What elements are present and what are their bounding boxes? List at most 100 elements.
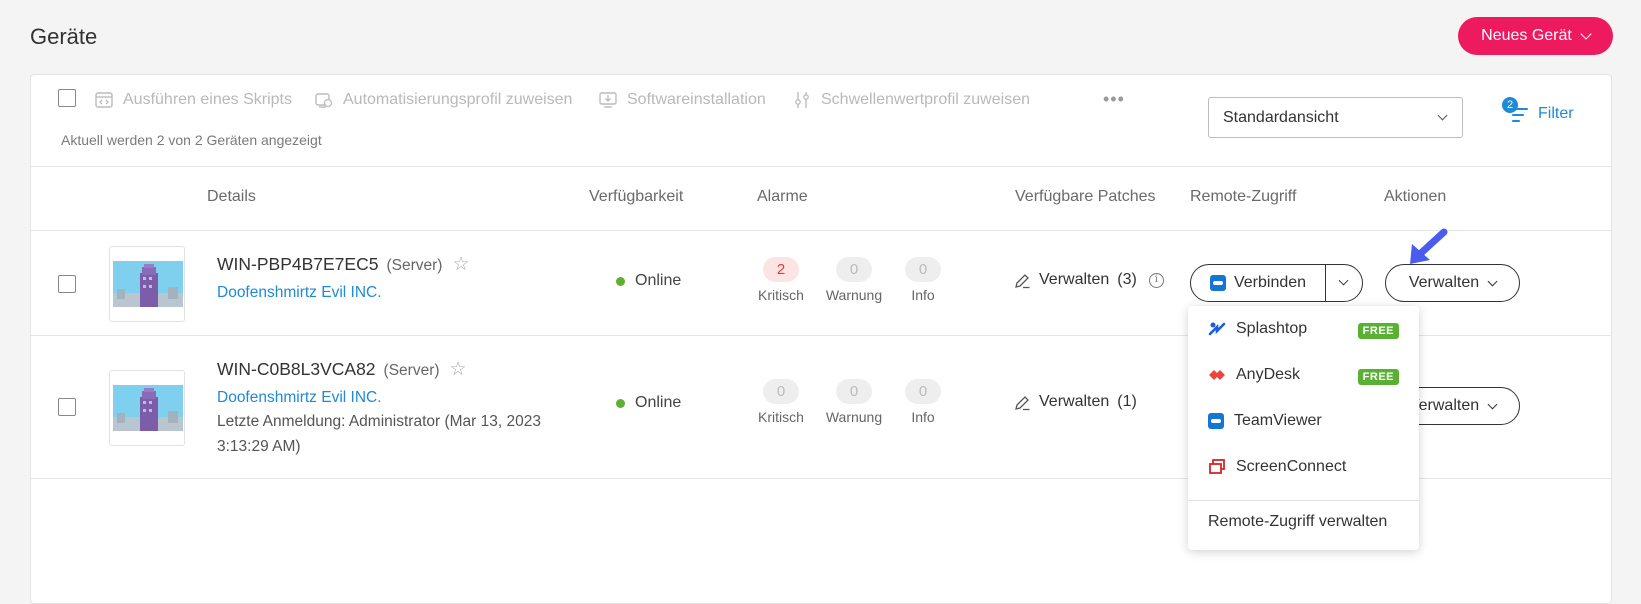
chevron-down-icon xyxy=(1338,275,1349,286)
anydesk-icon xyxy=(1209,370,1225,380)
chevron-down-icon xyxy=(1487,276,1498,286)
assign-automation-profile-label: Automatisierungsprofil zuweisen xyxy=(343,91,573,108)
run-script-label: Ausführen eines Skripts xyxy=(123,91,292,108)
manage-label: Verwalten xyxy=(1408,274,1480,291)
assign-threshold-profile-action[interactable]: Schwellenwertprofil zuweisen xyxy=(793,91,1030,109)
filter-button[interactable]: 2 Filter xyxy=(1502,97,1574,127)
screenconnect-icon xyxy=(1209,459,1225,474)
manage-remote-access-link[interactable]: Remote-Zugriff verwalten xyxy=(1208,513,1387,531)
online-dot-icon xyxy=(616,276,625,286)
assign-automation-profile-action[interactable]: Automatisierungsprofil zuweisen xyxy=(315,91,572,109)
connect-dropdown-toggle[interactable] xyxy=(1325,265,1363,301)
alarm-critical[interactable]: 2 Kritisch xyxy=(743,257,819,303)
dropdown-item-splashtop[interactable]: Splashtop xyxy=(1208,320,1307,338)
connect-button[interactable]: Verbinden xyxy=(1191,265,1325,301)
dropdown-item-teamviewer[interactable]: TeamViewer xyxy=(1208,412,1322,430)
dropdown-item-label: Splashtop xyxy=(1236,320,1308,337)
showing-count-text: Aktuell werden 2 von 2 Geräten angezeigt xyxy=(61,132,322,148)
teamviewer-icon xyxy=(1209,275,1226,291)
dropdown-item-label: ScreenConnect xyxy=(1236,458,1347,475)
dropdown-item-label: TeamViewer xyxy=(1234,412,1322,429)
chevron-down-icon xyxy=(1580,28,1592,40)
device-name-text: WIN-C0B8L3VCA82 xyxy=(217,359,376,379)
patches-manage-link[interactable]: Verwalten (1) xyxy=(1014,393,1137,411)
table-header: Details Verfügbarkeit Alarme Verfügbare … xyxy=(31,167,1611,231)
star-icon[interactable]: ☆ xyxy=(452,254,469,275)
last-login-line-1: Letzte Anmeldung: Administrator (Mar 13,… xyxy=(217,413,541,430)
dropdown-item-label: AnyDesk xyxy=(1236,366,1301,383)
free-badge: FREE xyxy=(1357,323,1399,339)
organization-link[interactable]: Doofenshmirtz Evil INC. xyxy=(217,389,382,407)
chevron-down-icon xyxy=(1437,110,1448,121)
connect-label: Verbinden xyxy=(1233,274,1307,291)
star-icon[interactable]: ☆ xyxy=(450,359,467,380)
last-login-line-2: 3:13:29 AM) xyxy=(217,438,301,455)
row-checkbox[interactable] xyxy=(58,275,76,293)
alarm-critical[interactable]: 0 Kritisch xyxy=(743,379,819,425)
patches-count: (1) xyxy=(1117,393,1137,410)
device-name[interactable]: WIN-C0B8L3VCA82 (Server) ☆ xyxy=(217,358,467,381)
software-install-action[interactable]: Softwareinstallation xyxy=(599,91,766,109)
column-header-patches[interactable]: Verfügbare Patches xyxy=(1015,188,1156,206)
column-header-alarms[interactable]: Alarme xyxy=(757,188,808,206)
alarm-info-count: 0 xyxy=(905,257,941,282)
alarm-warning[interactable]: 0 Warnung xyxy=(816,257,892,303)
alarm-info-count: 0 xyxy=(905,379,941,404)
alarm-warning-count: 0 xyxy=(836,257,872,282)
dropdown-item-anydesk[interactable]: AnyDesk xyxy=(1208,366,1300,384)
row-checkbox[interactable] xyxy=(58,398,76,416)
patches-manage-link[interactable]: Verwalten (3) i xyxy=(1014,271,1164,289)
new-device-button[interactable]: Neues Gerät xyxy=(1458,17,1613,55)
pointer-arrow-icon xyxy=(1410,228,1448,264)
alarm-critical-label: Kritisch xyxy=(758,287,804,303)
patches-count: (3) xyxy=(1117,271,1137,288)
device-name-text: WIN-PBP4B7E7EC5 xyxy=(217,254,379,274)
device-thumbnail xyxy=(109,370,185,446)
patches-manage-label: Verwalten xyxy=(1039,393,1110,410)
script-icon xyxy=(95,92,113,108)
chevron-down-icon xyxy=(1487,399,1498,409)
column-header-remote[interactable]: Remote-Zugriff xyxy=(1190,188,1296,206)
teamviewer-icon xyxy=(1208,413,1224,429)
view-select-value: Standardansicht xyxy=(1223,108,1339,126)
last-login-text: Letzte Anmeldung: Administrator (Mar 13,… xyxy=(217,409,577,459)
dropdown-divider xyxy=(1188,500,1419,501)
run-script-action[interactable]: Ausführen eines Skripts xyxy=(95,91,292,109)
new-device-label: Neues Gerät xyxy=(1481,27,1572,44)
more-actions-icon[interactable]: ••• xyxy=(1103,89,1125,110)
availability-status: Online xyxy=(616,272,681,290)
select-all-checkbox[interactable] xyxy=(58,89,76,107)
availability-status: Online xyxy=(616,394,681,412)
remote-access-dropdown: Splashtop FREE AnyDesk FREE TeamViewer S… xyxy=(1188,306,1419,550)
column-header-availability[interactable]: Verfügbarkeit xyxy=(589,188,683,206)
device-type: (Server) xyxy=(383,362,440,379)
threshold-sliders-icon xyxy=(795,92,809,108)
alarm-info[interactable]: 0 Info xyxy=(885,257,961,303)
column-header-actions[interactable]: Aktionen xyxy=(1384,188,1446,206)
filter-icon: 2 xyxy=(1502,97,1530,127)
connect-split-button: Verbinden xyxy=(1190,264,1363,302)
device-thumbnail xyxy=(109,246,185,322)
view-select[interactable]: Standardansicht xyxy=(1208,97,1463,138)
online-dot-icon xyxy=(616,398,625,408)
assign-threshold-profile-label: Schwellenwertprofil zuweisen xyxy=(821,91,1030,108)
alarm-critical-label: Kritisch xyxy=(758,409,804,425)
alarm-warning[interactable]: 0 Warnung xyxy=(816,379,892,425)
alarm-warning-label: Warnung xyxy=(825,287,883,303)
alarm-info[interactable]: 0 Info xyxy=(885,379,961,425)
alarm-critical-count: 2 xyxy=(763,257,799,282)
status-text: Online xyxy=(635,272,682,289)
automation-profile-icon xyxy=(315,93,333,108)
manage-button[interactable]: Verwalten xyxy=(1385,264,1520,302)
patches-manage-label: Verwalten xyxy=(1039,271,1110,288)
info-icon[interactable]: i xyxy=(1148,272,1164,288)
column-header-details[interactable]: Details xyxy=(207,188,256,206)
device-name[interactable]: WIN-PBP4B7E7EC5 (Server) ☆ xyxy=(217,253,469,276)
organization-link[interactable]: Doofenshmirtz Evil INC. xyxy=(217,284,382,302)
alarm-info-label: Info xyxy=(911,287,935,303)
alarm-info-label: Info xyxy=(911,409,935,425)
free-badge: FREE xyxy=(1357,369,1399,385)
dropdown-item-screenconnect[interactable]: ScreenConnect xyxy=(1208,458,1346,476)
filter-label: Filter xyxy=(1538,105,1574,122)
software-install-label: Softwareinstallation xyxy=(627,91,766,108)
